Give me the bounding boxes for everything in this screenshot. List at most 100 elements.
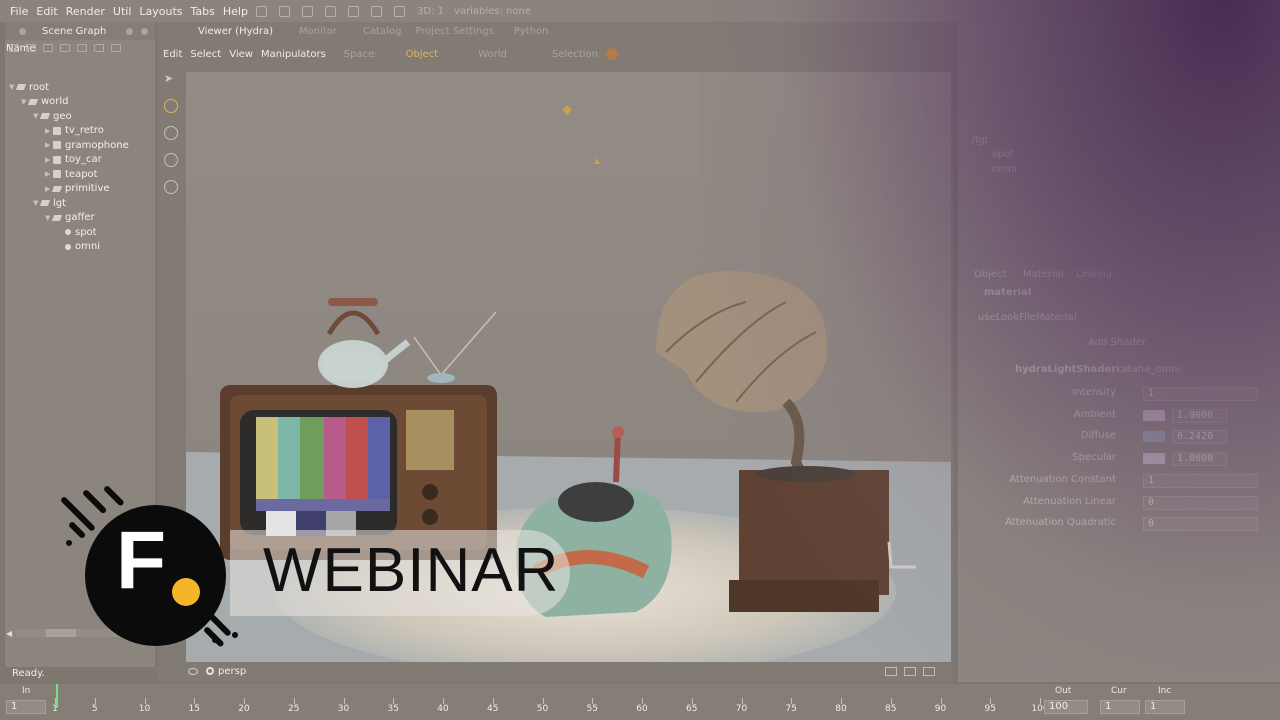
in-field[interactable]: 1 [6,700,46,714]
lock-icon[interactable] [77,44,87,52]
collapsed-arrow-icon[interactable]: ▶ [45,170,53,178]
viewer-menu-manipulators[interactable]: Manipulators [261,49,326,60]
color-swatch[interactable] [1143,453,1165,465]
menu-help[interactable]: Help [223,5,248,18]
working-set-icon[interactable] [60,44,70,52]
inc-field[interactable]: 1 [1145,700,1185,714]
selection-color-icon[interactable] [605,48,618,60]
menu-edit[interactable]: Edit [36,5,57,18]
rotate-tool-icon[interactable] [164,126,178,140]
tab-viewer-hydra[interactable]: Viewer (Hydra) [198,26,273,37]
shader-name[interactable]: hydraLightShader [1015,364,1116,375]
search-icon[interactable] [111,44,121,52]
maximize-icon[interactable] [126,27,134,35]
tree-row-teapot[interactable]: ▶ teapot [9,167,159,182]
column-header-name[interactable]: Name [6,43,36,54]
tab-scene-graph[interactable]: Scene Graph [42,26,106,37]
menu-tabs[interactable]: Tabs [191,5,215,18]
param-value-field[interactable]: 1 [1143,387,1258,401]
redo-icon[interactable] [278,5,290,17]
cancel-render-icon[interactable] [393,5,405,17]
pin-icon[interactable] [43,44,53,52]
move-icon[interactable] [904,666,916,676]
tree-row-lgt[interactable]: ▼ lgt [9,196,159,211]
collapsed-arrow-icon[interactable]: ▶ [45,141,53,149]
badge-streak-dot [232,632,238,638]
refresh-icon[interactable] [94,44,104,52]
visibility-icon[interactable] [188,667,198,675]
tab-catalog[interactable]: Catalog [363,26,401,37]
close-icon[interactable] [141,27,149,35]
camera-icon[interactable] [206,667,214,675]
inc-label: Inc [1158,686,1172,696]
color-swatch[interactable] [1143,409,1165,421]
param-value-field[interactable]: 1.0000 [1172,452,1227,467]
collapsed-arrow-icon[interactable]: ▶ [45,156,53,164]
viewer-menu-edit[interactable]: Edit [163,49,182,60]
cur-field[interactable]: 1 [1100,700,1140,714]
param-value-field[interactable]: 1 [1143,473,1258,488]
space-world-button[interactable]: World [478,49,507,60]
tab-object[interactable]: Object [974,269,1007,280]
tab-python[interactable]: Python [514,26,549,37]
tree-row-primitive[interactable]: ▶ primitive [9,182,159,197]
tree-row-omni[interactable]: omni [9,240,159,255]
param-value-field[interactable]: 0 [1143,517,1258,532]
parameters-tree-spot[interactable]: spot [992,149,1014,160]
menu-file[interactable]: File [10,5,28,18]
tree-row-toy-car[interactable]: ▶ toy_car [9,153,159,168]
selection-label[interactable]: Selection [552,49,598,60]
parameters-tree-omni[interactable]: omni [992,164,1017,175]
badge-dot [172,578,200,606]
stereo-icon[interactable] [923,666,935,676]
use-lookfile-material[interactable]: useLookFileMaterial [978,312,1076,323]
param-label: Specular [1072,452,1116,464]
param-value-field[interactable]: 1.0000 [1172,408,1227,423]
tree-row-gramophone[interactable]: ▶ gramophone [9,138,159,153]
tree-row-tv-retro[interactable]: ▶ tv_retro [9,124,159,139]
tab-material[interactable]: Material [1023,269,1064,280]
render-icon[interactable] [324,5,336,17]
tree-row-geo[interactable]: ▼ geo [9,109,159,124]
scroll-thumb[interactable] [46,629,77,637]
tree-row-root[interactable]: ▼ root [9,80,159,95]
section-material[interactable]: material [984,287,1031,298]
out-field[interactable]: 100 [1044,700,1088,714]
frame-icon[interactable] [885,666,897,676]
translate-tool-icon[interactable] [164,99,178,113]
color-swatch[interactable] [1143,431,1165,443]
scale-tool-icon[interactable] [164,153,178,167]
add-shader-button[interactable]: Add Shader [1088,337,1146,348]
light-tool-icon[interactable] [164,180,178,194]
tree-row-spot[interactable]: spot [9,225,159,240]
timeline-ruler[interactable]: 1 5 10 15 20 25 30 35 40 45 50 55 60 65 70 75 80 85 90 95 10… [52,698,1049,718]
shader-type[interactable]: katana_omni [1116,364,1180,375]
menu-util[interactable]: Util [113,5,131,18]
toolbar-3d-setting[interactable]: 3D: 1 [417,6,444,17]
menu-render[interactable]: Render [66,5,105,18]
viewer-menu-select[interactable]: Select [190,49,221,60]
toolbar-variables[interactable]: variables: none [454,6,531,17]
viewer-menu-view[interactable]: View [229,49,253,60]
param-value-field[interactable]: 0.2420 [1172,430,1227,445]
panel-options-icon[interactable] [19,27,26,35]
tab-linking[interactable]: Linking [1076,269,1112,280]
tree-row-gaffer[interactable]: ▼ gaffer [9,211,159,226]
out-label: Out [1055,686,1072,696]
camera-label[interactable]: persp [218,666,246,677]
menu-layouts[interactable]: Layouts [139,5,182,18]
select-tool-icon[interactable]: ➤ [164,72,178,86]
scroll-left-icon[interactable]: ◀ [6,629,12,638]
undo-icon[interactable] [255,5,267,17]
tree-node-label: root [29,81,50,93]
preview-render-icon[interactable] [347,5,359,17]
param-value-field[interactable]: 0 [1143,495,1258,510]
live-render-icon[interactable] [370,5,382,17]
space-object-button[interactable]: Object [406,49,439,60]
tab-monitor[interactable]: Monitor [299,26,337,37]
timeline-playhead[interactable] [56,684,58,708]
refresh-icon[interactable] [301,5,313,17]
collapsed-arrow-icon[interactable]: ▶ [45,127,53,135]
tab-project-settings[interactable]: Project Settings [415,26,493,37]
tree-row-world[interactable]: ▼ world [9,95,159,110]
